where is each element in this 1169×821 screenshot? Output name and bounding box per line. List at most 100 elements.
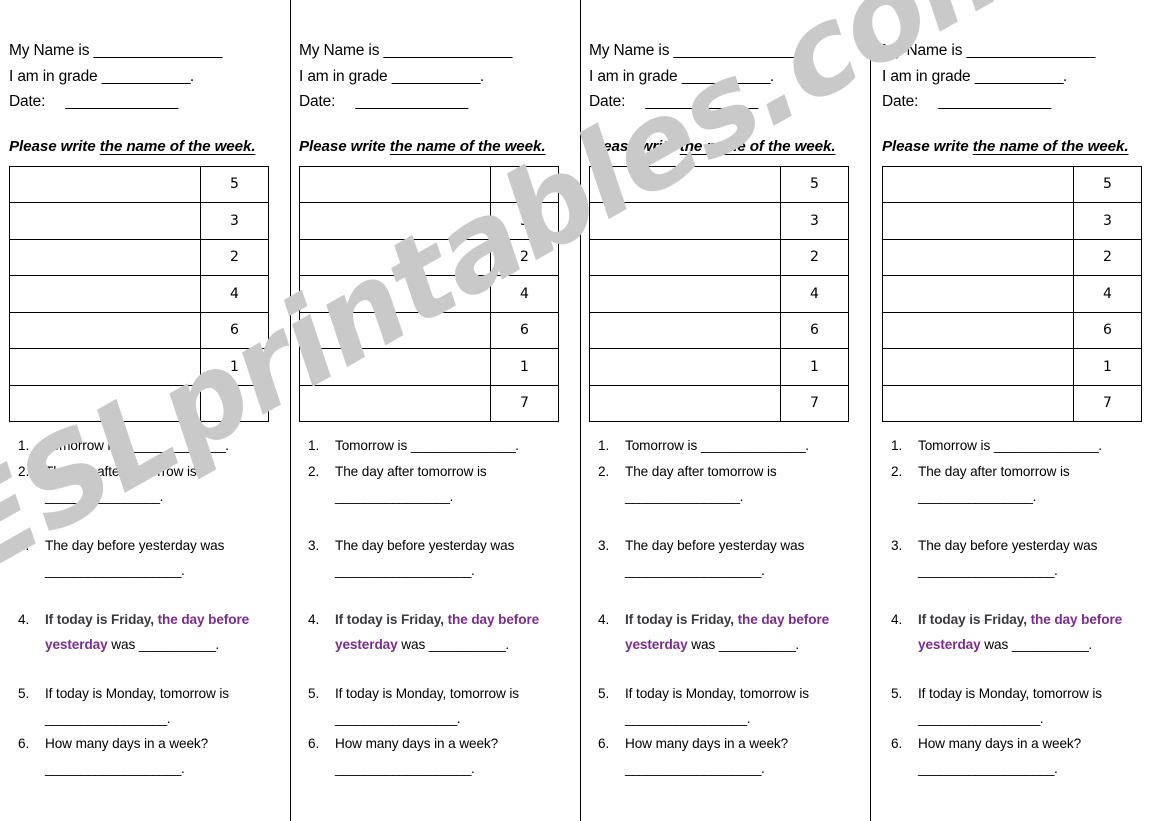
grade-input-blank[interactable]: ___________ bbox=[975, 68, 1064, 85]
grade-period: . bbox=[189, 67, 195, 85]
day-write-cell[interactable] bbox=[589, 311, 781, 349]
day-write-cell[interactable] bbox=[299, 311, 491, 349]
grade-input-blank[interactable]: ___________ bbox=[102, 68, 191, 85]
question-answer-blank[interactable]: ___________________. bbox=[45, 558, 281, 583]
question-number: 3. bbox=[891, 538, 903, 553]
question-answer-blank[interactable]: ___________. bbox=[1012, 637, 1092, 652]
date-input-blank[interactable]: ______________ bbox=[645, 93, 758, 110]
question-answer-blank[interactable]: ___________________. bbox=[625, 756, 861, 781]
question-answer-blank[interactable]: _______________. bbox=[121, 438, 229, 453]
grade-label: I am in grade bbox=[299, 67, 388, 85]
day-write-cell[interactable] bbox=[299, 165, 491, 203]
day-write-cell[interactable] bbox=[589, 275, 781, 313]
day-write-cell[interactable] bbox=[882, 311, 1074, 349]
list-item: 6. How many days in a week? ______________… bbox=[589, 731, 861, 781]
question-number: 4. bbox=[308, 612, 320, 627]
day-order-number: 7 bbox=[780, 384, 849, 422]
date-input-blank[interactable]: ______________ bbox=[65, 93, 178, 110]
question-answer-blank[interactable]: ___________. bbox=[429, 637, 509, 652]
day-write-cell[interactable] bbox=[9, 384, 201, 422]
date-input-blank[interactable]: ______________ bbox=[355, 93, 468, 110]
day-write-cell[interactable] bbox=[299, 275, 491, 313]
grade-input-blank[interactable]: ___________ bbox=[392, 68, 481, 85]
day-write-cell[interactable] bbox=[589, 165, 781, 203]
day-write-cell[interactable] bbox=[299, 202, 491, 240]
question-answer-blank[interactable]: ________________. bbox=[625, 484, 861, 509]
day-write-cell[interactable] bbox=[882, 384, 1074, 422]
worksheet-column: My Name is ________________ I am in grade… bbox=[870, 0, 1160, 821]
question-text: The day after tomorrow is bbox=[918, 464, 1070, 479]
table-row: 3 bbox=[9, 202, 269, 240]
day-write-cell[interactable] bbox=[882, 165, 1074, 203]
day-write-cell[interactable] bbox=[299, 238, 491, 276]
list-item: 4. If today is Friday, the day before yes… bbox=[882, 607, 1154, 657]
day-write-cell[interactable] bbox=[299, 384, 491, 422]
question-list: 1. Tomorrow is _______________. 2. The day … bbox=[9, 433, 281, 781]
name-input-blank[interactable]: ________________ bbox=[94, 42, 223, 59]
question-number: 5. bbox=[598, 686, 610, 701]
day-write-cell[interactable] bbox=[882, 275, 1074, 313]
instruction-plain: Please write bbox=[882, 137, 973, 155]
question-answer-blank[interactable]: _______________. bbox=[994, 438, 1102, 453]
grade-input-blank[interactable]: ___________ bbox=[682, 68, 771, 85]
question-answer-blank[interactable]: _______________. bbox=[411, 438, 519, 453]
question-answer-blank[interactable]: _________________. bbox=[335, 706, 571, 731]
name-input-blank[interactable]: ________________ bbox=[384, 42, 513, 59]
day-write-cell[interactable] bbox=[882, 348, 1074, 386]
day-write-cell[interactable] bbox=[9, 202, 201, 240]
grade-line: I am in grade ___________. bbox=[589, 64, 861, 90]
day-write-cell[interactable] bbox=[589, 202, 781, 240]
name-label: My Name is bbox=[882, 42, 963, 59]
name-input-blank[interactable]: ________________ bbox=[967, 42, 1096, 59]
name-input-blank[interactable]: ________________ bbox=[674, 42, 803, 59]
question-answer-blank[interactable]: _________________. bbox=[45, 706, 281, 731]
day-write-cell[interactable] bbox=[299, 348, 491, 386]
question-answer-blank[interactable]: _________________. bbox=[918, 706, 1154, 731]
day-write-cell[interactable] bbox=[9, 165, 201, 203]
question-number: 4. bbox=[598, 612, 610, 627]
date-label: Date: bbox=[9, 93, 46, 110]
list-item: 5. If today is Monday, tomorrow is _______… bbox=[9, 681, 281, 731]
day-write-cell[interactable] bbox=[9, 311, 201, 349]
table-row: 2 bbox=[882, 238, 1142, 276]
name-line: My Name is ________________ bbox=[882, 38, 1154, 64]
question-text: How many days in a week? bbox=[625, 736, 789, 751]
question-answer-blank[interactable]: ___________________. bbox=[625, 558, 861, 583]
question-answer-blank[interactable]: ___________________. bbox=[918, 756, 1154, 781]
question-text: How many days in a week? bbox=[335, 736, 499, 751]
question-answer-blank[interactable]: ___________. bbox=[139, 637, 219, 652]
question-answer-blank[interactable]: ________________. bbox=[45, 484, 281, 509]
day-write-cell[interactable] bbox=[882, 202, 1074, 240]
worksheet-column-content: My Name is ________________ I am in grade… bbox=[9, 0, 281, 781]
table-row: 2 bbox=[9, 238, 269, 276]
day-write-cell[interactable] bbox=[589, 348, 781, 386]
question-answer-blank[interactable]: ___________________. bbox=[45, 756, 281, 781]
question-answer-blank[interactable]: _________________. bbox=[625, 706, 861, 731]
worksheet-sheet: My Name is ________________ I am in grade… bbox=[0, 0, 1169, 821]
day-write-cell[interactable] bbox=[589, 384, 781, 422]
question-answer-blank[interactable]: ___________. bbox=[719, 637, 799, 652]
day-write-cell[interactable] bbox=[589, 238, 781, 276]
question-answer-blank[interactable]: ________________. bbox=[918, 484, 1154, 509]
day-order-number: 1 bbox=[1073, 348, 1142, 386]
day-order-number: 3 bbox=[200, 202, 269, 240]
day-order-number: 7 bbox=[200, 384, 269, 422]
day-write-cell[interactable] bbox=[9, 348, 201, 386]
day-order-number: 6 bbox=[490, 311, 559, 349]
question-text: Tomorrow is bbox=[45, 438, 121, 453]
day-write-cell[interactable] bbox=[882, 238, 1074, 276]
question-answer-blank[interactable]: ___________________. bbox=[335, 558, 571, 583]
question-answer-blank[interactable]: ________________. bbox=[335, 484, 571, 509]
day-order-number: 5 bbox=[1073, 165, 1142, 203]
question-answer-blank[interactable]: ___________________. bbox=[918, 558, 1154, 583]
day-write-cell[interactable] bbox=[9, 275, 201, 313]
question-number: 6. bbox=[308, 736, 320, 751]
column-divider-1 bbox=[290, 0, 291, 821]
day-write-cell[interactable] bbox=[9, 238, 201, 276]
date-input-blank[interactable]: ______________ bbox=[938, 93, 1051, 110]
date-line: Date: ______________ bbox=[589, 89, 861, 115]
question-answer-blank[interactable]: ___________________. bbox=[335, 756, 571, 781]
table-row: 6 bbox=[299, 311, 559, 349]
question-answer-blank[interactable]: _______________. bbox=[701, 438, 809, 453]
day-order-number: 2 bbox=[1073, 238, 1142, 276]
